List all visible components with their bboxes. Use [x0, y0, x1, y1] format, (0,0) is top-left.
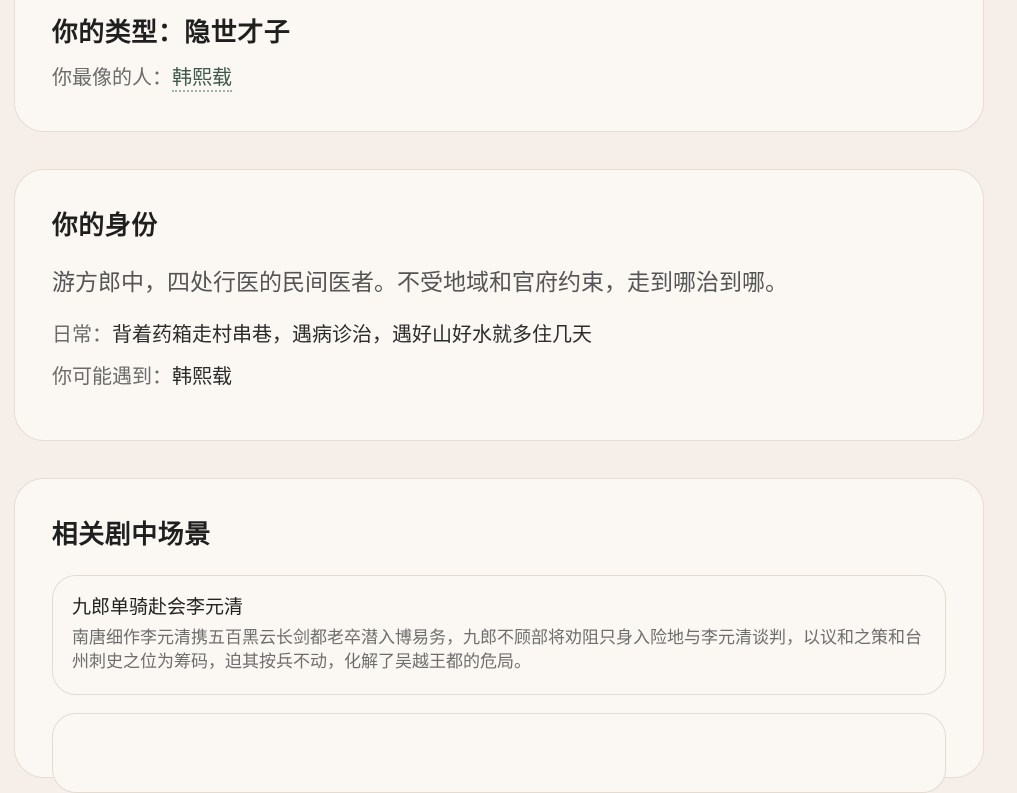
type-card: 你的类型：隐世才子 你最像的人：韩熙载	[14, 0, 984, 132]
meet-row: 你可能遇到：韩熙载	[52, 362, 983, 390]
identity-card: 你的身份 游方郎中，四处行医的民间医者。不受地域和官府约束，走到哪治到哪。 日常…	[14, 169, 984, 441]
scenes-card: 相关剧中场景 九郎单骑赴会李元清 南唐细作李元清携五百黑云长剑都老卒潜入博易务，…	[14, 478, 984, 793]
resemble-row: 你最像的人：韩熙载	[52, 63, 983, 92]
daily-row: 日常：背着药箱走村串巷，遇病诊治，遇好山好水就多住几天	[52, 320, 983, 348]
identity-title: 你的身份	[52, 211, 159, 241]
identity-description: 游方郎中，四处行医的民间医者。不受地域和官府约束，走到哪治到哪。	[52, 270, 788, 296]
daily-label: 日常：	[52, 322, 112, 346]
daily-value: 背着药箱走村串巷，遇病诊治，遇好山好水就多住几天	[112, 322, 592, 346]
meet-value: 韩熙载	[172, 364, 232, 388]
scenes-title: 相关剧中场景	[52, 520, 212, 550]
scene-title: 九郎单骑赴会李元清	[72, 596, 244, 618]
scene-item[interactable]: 九郎单骑赴会李元清 南唐细作李元清携五百黑云长剑都老卒潜入博易务，九郎不顾部将劝…	[52, 575, 946, 695]
meet-label: 你可能遇到：	[52, 364, 172, 388]
scene-description: 南唐细作李元清携五百黑云长剑都老卒潜入博易务，九郎不顾部将劝阻只身入险地与李元清…	[72, 628, 922, 672]
scene-item[interactable]	[52, 713, 946, 793]
resemble-name-link[interactable]: 韩熙载	[172, 65, 232, 92]
resemble-label: 你最像的人：	[52, 65, 172, 89]
type-title: 你的类型：隐世才子	[52, 18, 291, 48]
